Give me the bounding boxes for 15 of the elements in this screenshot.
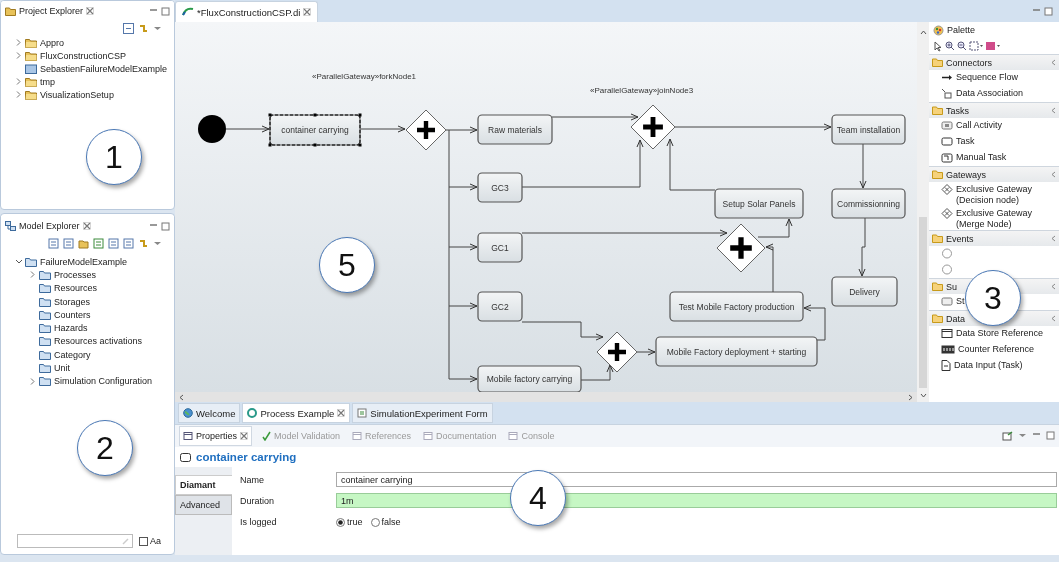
view-title: Model Explorer [19, 221, 80, 231]
gateway-label: «ParallelGateway»forkNode1 [312, 72, 417, 81]
gateway-label: «ParallelGateway»joinNode3 [590, 86, 694, 95]
field-label: Duration [240, 495, 276, 508]
checkbox-label: Aa [150, 536, 161, 546]
radio-label: false [381, 517, 401, 527]
field-label: Name [240, 474, 265, 487]
field-label: Is logged [240, 516, 278, 529]
properties-title: container carrying [196, 451, 297, 463]
view-title: Palette [947, 25, 976, 35]
radio-label: true [347, 517, 363, 527]
view-title: Project Explorer [19, 6, 84, 16]
number-callout-tooltip: 4 [510, 470, 566, 526]
number-callout-tooltip: 1 [86, 129, 142, 185]
number-callout-tooltip: 2 [77, 420, 133, 476]
